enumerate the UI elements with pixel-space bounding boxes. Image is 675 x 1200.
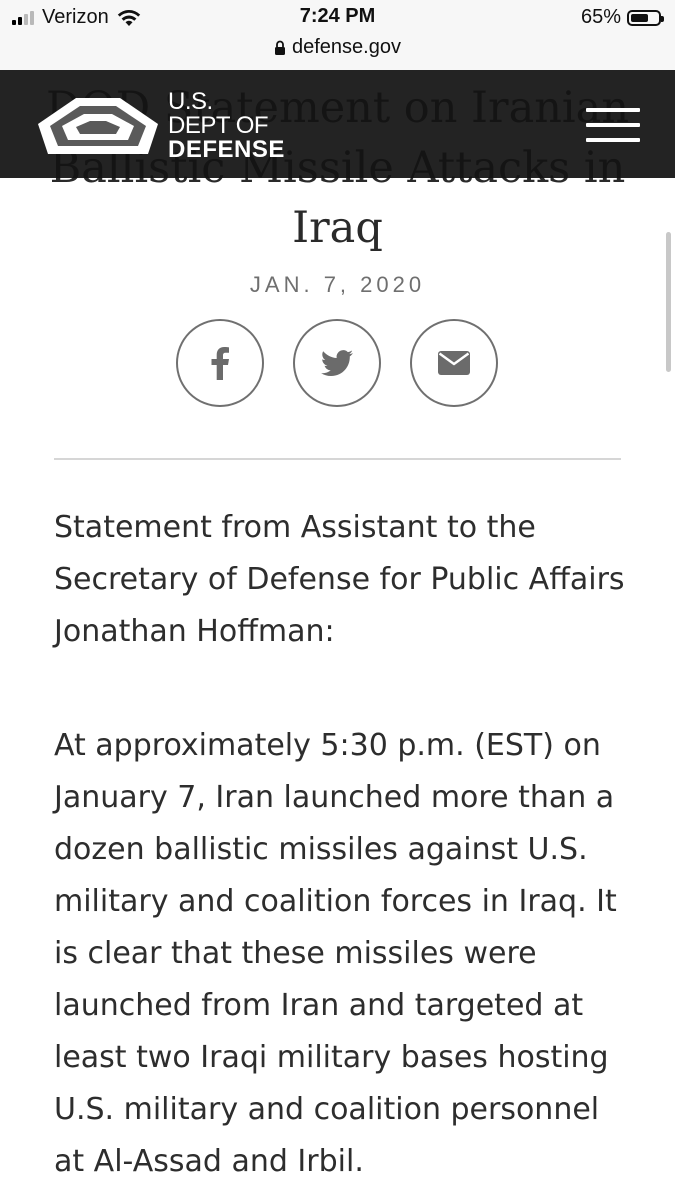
page-scrollbar[interactable] [666, 232, 671, 372]
twitter-icon [321, 350, 353, 376]
site-logo-text[interactable]: U.S. DEPT OF DEFENSE [168, 90, 285, 162]
pentagon-logo-icon[interactable] [36, 96, 160, 154]
address-bar[interactable]: defense.gov [0, 36, 675, 59]
battery-fill [631, 13, 648, 22]
logo-line-dept: DEPT OF [168, 112, 269, 139]
article-paragraph-2: At approximately 5:30 p.m. (EST) on Janu… [54, 728, 617, 1179]
article-date: JAN. 7, 2020 [249, 272, 426, 297]
email-icon [438, 351, 470, 375]
site-header: U.S. DEPT OF DEFENSE [0, 70, 675, 178]
status-right: 65% [580, 6, 664, 29]
divider [54, 458, 621, 460]
share-facebook-button[interactable] [176, 319, 264, 407]
logo-line-defense: DEFENSE [168, 136, 285, 163]
status-time: 7:24 PM [299, 5, 376, 27]
share-buttons [0, 319, 675, 411]
hamburger-menu-icon[interactable] [586, 108, 640, 146]
article-paragraph-1: Statement from Assistant to the Secretar… [54, 510, 625, 649]
status-bar: Verizon 7:24 PM 65% defense.gov [0, 0, 675, 70]
logo-line-us: U.S. [168, 88, 213, 115]
screen: Verizon 7:24 PM 65% defense.gov DOD Stat… [0, 0, 675, 1200]
share-email-button[interactable] [410, 319, 498, 407]
lock-icon [275, 40, 285, 55]
url-text: defense.gov [292, 36, 401, 58]
facebook-icon [211, 347, 229, 380]
battery-percent: 65% [580, 6, 621, 28]
battery-icon [627, 9, 664, 26]
share-twitter-button[interactable] [293, 319, 381, 407]
